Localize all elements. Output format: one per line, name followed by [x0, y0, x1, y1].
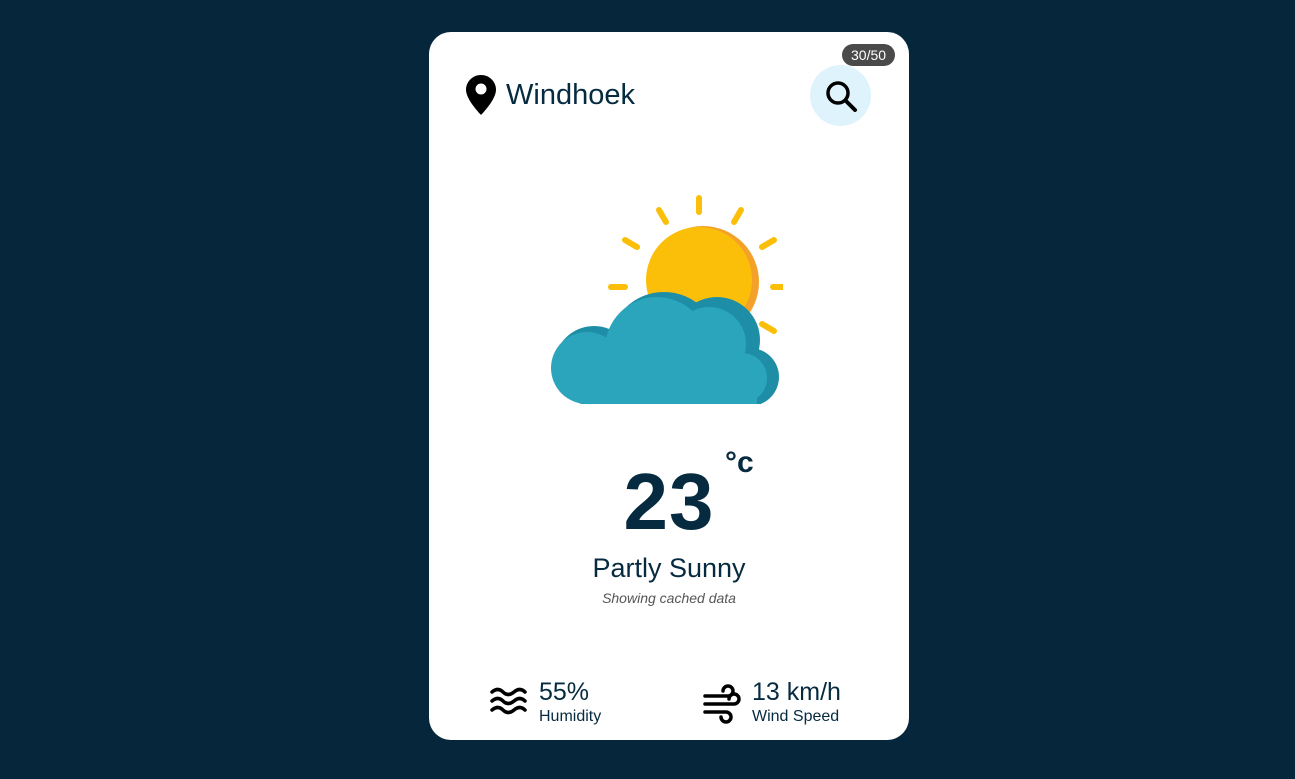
humidity-waves-icon	[490, 687, 527, 715]
map-pin-icon	[466, 75, 496, 115]
temperature-value: 23	[623, 457, 715, 546]
wind-speed-stat: 13 km/h Wind Speed	[702, 677, 841, 727]
partly-sunny-icon	[547, 195, 783, 406]
weather-card: 30/50 Windhoek 23 °c Partly Sunny Showin…	[429, 32, 909, 740]
humidity-label: Humidity	[539, 708, 602, 725]
request-counter-badge: 30/50	[842, 44, 896, 66]
city-name: Windhoek	[506, 78, 635, 111]
search-button[interactable]	[810, 65, 871, 126]
humidity-value: 55%	[539, 678, 590, 706]
weather-condition: Partly Sunny	[592, 553, 746, 583]
cache-status-note: Showing cached data	[602, 590, 736, 606]
temperature-unit: °c	[725, 446, 754, 479]
wind-speed-value: 13 km/h	[752, 678, 841, 706]
humidity-stat: 55% Humidity	[489, 677, 601, 727]
location-header: Windhoek	[465, 74, 635, 116]
wind-icon	[703, 684, 741, 724]
wind-speed-label: Wind Speed	[752, 708, 840, 725]
search-icon	[825, 80, 857, 112]
